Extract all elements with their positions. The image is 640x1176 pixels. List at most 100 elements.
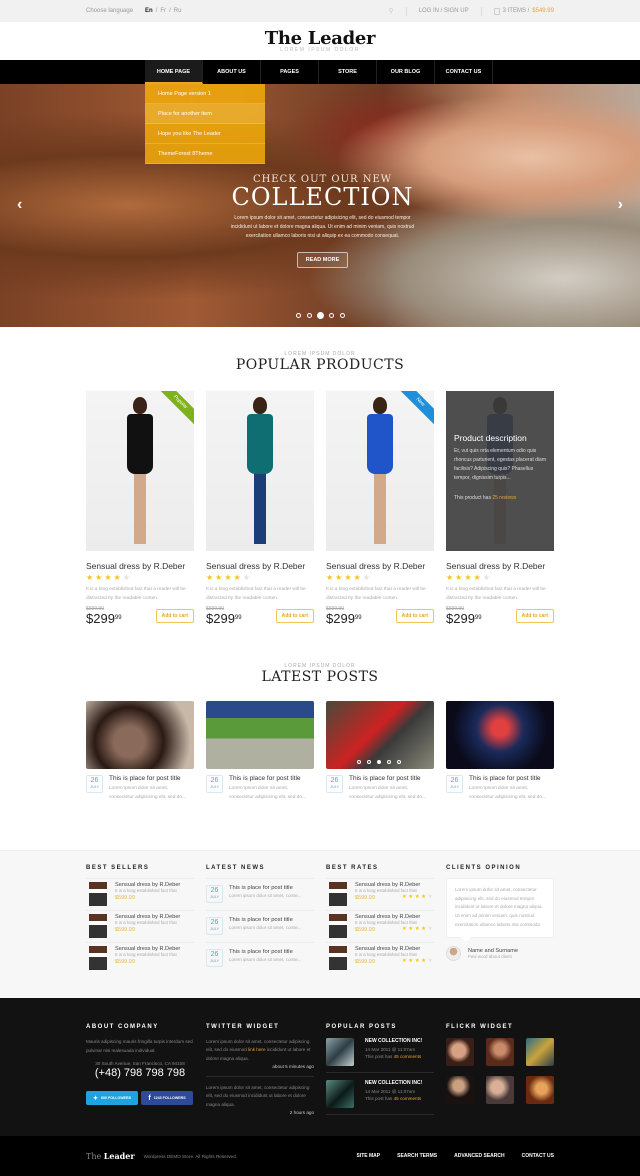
flickr-photo[interactable] (486, 1038, 514, 1066)
flickr-photo[interactable] (526, 1038, 554, 1066)
post-title[interactable]: This is place for post title (109, 775, 194, 782)
product-image[interactable]: New (326, 391, 434, 551)
site-logo[interactable]: The Leader (0, 28, 640, 49)
best-sellers-widget: BEST SELLERS Sensual dress by R.Deber It… (86, 865, 194, 974)
footer-logo[interactable]: The Leader (86, 1151, 135, 1161)
slide-dot[interactable] (340, 313, 345, 318)
post-image[interactable] (86, 701, 194, 769)
product-thumbnail (329, 946, 347, 970)
best-rate-item[interactable]: Sensual dress by R.Deber It is a long es… (326, 942, 434, 974)
slide-dot[interactable] (387, 760, 391, 764)
facebook-followers-button[interactable]: f 1243 FOLLOWERS (141, 1091, 193, 1105)
slide-dot-active[interactable] (318, 313, 323, 318)
post-image[interactable] (326, 701, 434, 769)
popular-post[interactable]: NEW COLLECTION INC! 14 Mar 2011 @ 11:07a… (326, 1038, 434, 1073)
post-image[interactable] (446, 701, 554, 769)
dropdown-item[interactable]: Place for another item (145, 104, 265, 124)
flickr-photo[interactable] (446, 1038, 474, 1066)
slide-dot-active[interactable] (377, 760, 381, 764)
reviews-link[interactable]: 25 reviews (492, 495, 516, 501)
nav-our-blog[interactable]: OUR BLOG (377, 60, 435, 84)
news-item[interactable]: 26 JULY This is place for post title Lore… (206, 942, 314, 974)
prev-slide-icon[interactable]: ‹ (17, 196, 22, 214)
widget-title: BEST RATES (326, 865, 379, 871)
date-badge: 26 JULY (206, 885, 223, 903)
news-item[interactable]: 26 JULY This is place for post title Lore… (206, 878, 314, 910)
lang-fr[interactable]: Fr (160, 8, 166, 14)
nav-store[interactable]: STORE (319, 60, 377, 84)
facebook-followers: 1243 FOLLOWERS (153, 1096, 186, 1100)
product-thumbnail (89, 914, 107, 938)
best-seller-item[interactable]: Sensual dress by R.Deber It is a long es… (86, 910, 194, 942)
dropdown-item[interactable]: Home Page version 1 (145, 84, 265, 104)
popular-post[interactable]: NEW COLLECTION INC! 14 Mar 2011 @ 11:07a… (326, 1080, 434, 1115)
news-item[interactable]: 26 JULY This is place for post title Lore… (206, 910, 314, 942)
slide-dot[interactable] (296, 313, 301, 318)
nav-home-page[interactable]: HOME PAGE (145, 60, 203, 84)
product-image[interactable] (206, 391, 314, 551)
divider (405, 6, 407, 16)
best-rate-item[interactable]: Sensual dress by R.Deber It is a long es… (326, 910, 434, 942)
flickr-photo[interactable] (486, 1076, 514, 1104)
next-slide-icon[interactable]: › (618, 196, 623, 214)
post-thumbnail (326, 1038, 354, 1066)
client-subtitle: Few word about client (468, 953, 512, 959)
dropdown-item[interactable]: ThemeForest 8Theme (145, 144, 265, 164)
flickr-photo[interactable] (446, 1076, 474, 1104)
post-title[interactable]: This is place for post title (469, 775, 554, 782)
footer-link-contact-us[interactable]: CONTACT US (522, 1153, 554, 1159)
dropdown-item[interactable]: Hope you like The Leader (145, 124, 265, 144)
add-to-cart-button[interactable]: Add to cart (515, 609, 554, 623)
tweet-time: 2 hours ago (289, 1110, 314, 1116)
tweet-link[interactable]: link here (248, 1047, 265, 1052)
product-name[interactable]: Sensual dress by R.Deber (446, 561, 554, 571)
lang-en[interactable]: En (145, 8, 153, 14)
best-seller-item[interactable]: Sensual dress by R.Deber It is a long es… (86, 942, 194, 974)
lang-ru[interactable]: Ru (174, 8, 182, 14)
price-cents: 99 (354, 615, 362, 621)
date-month: JULY (450, 785, 459, 789)
flickr-photo[interactable] (526, 1076, 554, 1104)
footer-link-advanced-search[interactable]: ADVANCED SEARCH (454, 1153, 504, 1159)
slide-dot[interactable] (357, 760, 361, 764)
read-more-button[interactable]: READ MORE (296, 252, 349, 268)
bottom-bar: The Leader Wordpress DEMO Store. All Rig… (0, 1136, 640, 1176)
post-image[interactable] (206, 701, 314, 769)
slide-dot[interactable] (367, 760, 371, 764)
add-to-cart-button[interactable]: Add to cart (155, 609, 194, 623)
search-icon[interactable]: ⚲ (388, 7, 393, 15)
add-to-cart-button[interactable]: Add to cart (275, 609, 314, 623)
product-name[interactable]: Sensual dress by R.Deber (326, 561, 434, 571)
twitter-followers-button[interactable]: ✦ 600 FOLLOWERS (86, 1091, 138, 1105)
best-rate-item[interactable]: Sensual dress by R.Deber It is a long es… (326, 878, 434, 910)
nav-pages[interactable]: PAGES (261, 60, 319, 84)
product-name[interactable]: Sensual dress by R.Deber (86, 561, 194, 571)
nav-contact-us[interactable]: CONTACT US (435, 60, 493, 84)
product-thumbnail (329, 914, 347, 938)
product-card: Popular Sensual dress by R.Deber ★★★★★ I… (86, 391, 194, 625)
footer-link-site-map[interactable]: SITE MAP (356, 1153, 380, 1159)
post-title[interactable]: This is place for post title (349, 775, 434, 782)
login-link[interactable]: LOG IN / SIGN UP (419, 8, 469, 14)
comments-link[interactable]: 45 comments (394, 1054, 422, 1059)
post-title[interactable]: This is place for post title (229, 775, 314, 782)
nav-about-us[interactable]: ABOUT US (203, 60, 261, 84)
best-seller-item[interactable]: Sensual dress by R.Deber It is a long es… (86, 878, 194, 910)
news-excerpt: Lorem ipsum dolor sit amet, conse... (229, 893, 302, 898)
cart-link[interactable]: 3 ITEMS / $549.99 (493, 7, 554, 15)
date-day: 26 (90, 777, 99, 784)
slide-dot[interactable] (397, 760, 401, 764)
slide-dot[interactable] (307, 313, 312, 318)
post-card: 26 JULY This is place for post title Lor… (446, 701, 554, 802)
product-image[interactable]: Popular (86, 391, 194, 551)
hero-description: Lorem ipsum dolor sit amet, consectetur … (230, 215, 415, 239)
footer-link-search-terms[interactable]: SEARCH TERMS (397, 1153, 437, 1159)
choose-language-label: Choose language (86, 8, 134, 14)
product-name[interactable]: Sensual dress by R.Deber (206, 561, 314, 571)
comments-link[interactable]: 45 comments (394, 1096, 422, 1101)
twitter-followers: 600 FOLLOWERS (101, 1096, 131, 1100)
post-title: NEW COLLECTION INC! (365, 1080, 423, 1086)
add-to-cart-button[interactable]: Add to cart (395, 609, 434, 623)
slide-dot[interactable] (329, 313, 334, 318)
product-image[interactable]: Product description Et, vut quis orta el… (446, 391, 554, 551)
